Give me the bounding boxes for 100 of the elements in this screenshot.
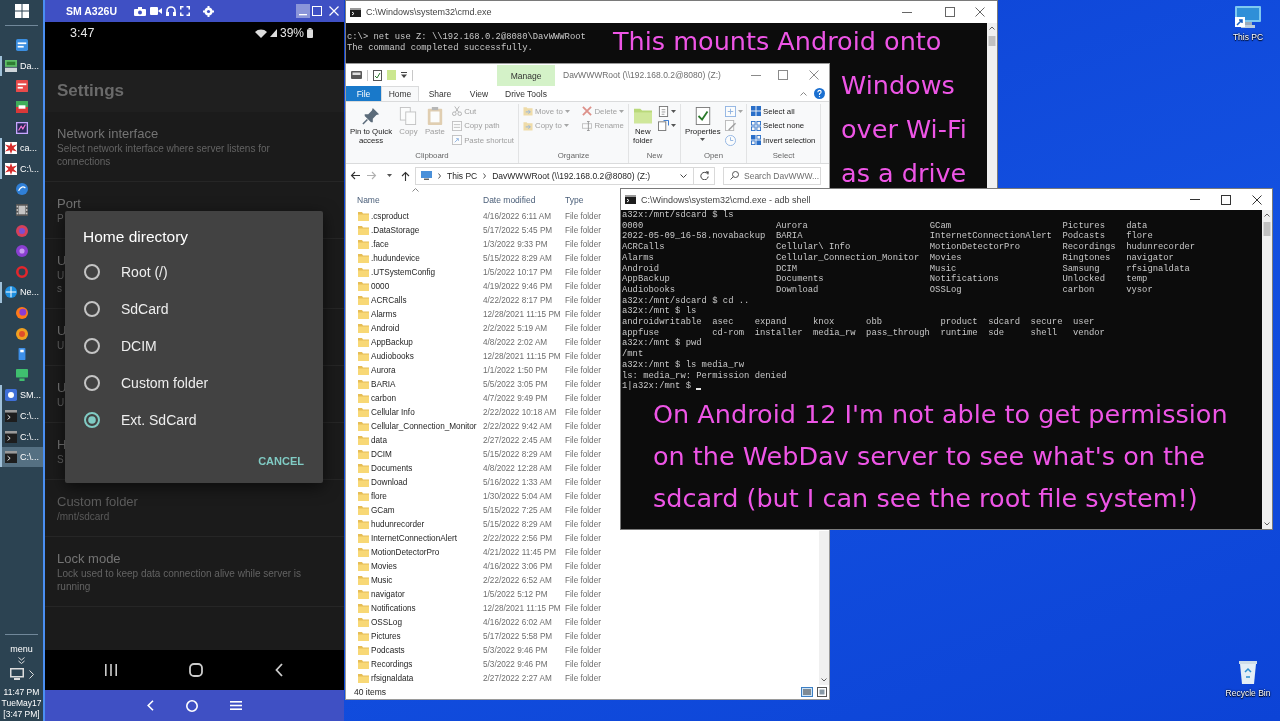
chevron-right-icon[interactable] bbox=[483, 172, 487, 179]
settings-icon[interactable] bbox=[202, 5, 214, 17]
ribbon-tab[interactable]: Drive Tools bbox=[497, 86, 555, 101]
file-name[interactable]: hudunrecorder bbox=[371, 519, 483, 529]
sort-caret-icon[interactable] bbox=[412, 188, 419, 192]
file-name[interactable]: GCam bbox=[371, 505, 483, 515]
dropdown-caret-icon[interactable] bbox=[680, 173, 687, 178]
close-icon[interactable] bbox=[975, 7, 985, 17]
search-field[interactable]: Search DavWWW... bbox=[723, 166, 821, 185]
recents-icon[interactable] bbox=[105, 664, 117, 676]
breadcrumb[interactable]: DavWWWRoot (\\192.168.0.2@8080) (Z:) bbox=[492, 170, 651, 181]
scrollbar[interactable] bbox=[987, 23, 997, 189]
maximize-icon[interactable] bbox=[945, 7, 955, 17]
breadcrumb[interactable]: This PC bbox=[447, 170, 478, 181]
maximize-icon[interactable] bbox=[1221, 194, 1231, 205]
setting-title[interactable]: Network interface bbox=[57, 126, 159, 142]
setting-title[interactable]: Lock mode bbox=[57, 551, 121, 567]
ribbon-tab[interactable]: Share bbox=[419, 86, 461, 101]
large-icons-view-icon[interactable] bbox=[817, 687, 827, 697]
checklist-icon[interactable] bbox=[373, 69, 382, 81]
file-name[interactable]: InternetConnectionAlert bbox=[371, 533, 483, 543]
address-field[interactable]: This PC DavWWWRoot (\\192.168.0.2@8080) (Z:) bbox=[415, 166, 715, 185]
chevron-right-icon[interactable] bbox=[438, 172, 441, 179]
ribbon-button[interactable] bbox=[657, 104, 677, 119]
column-header[interactable]: Type bbox=[565, 194, 615, 205]
file-name[interactable]: data bbox=[371, 435, 483, 445]
file-name[interactable]: Cellular Info bbox=[371, 407, 483, 417]
desktop-shortcut[interactable]: This PC bbox=[1220, 6, 1276, 42]
ribbon-button[interactable] bbox=[657, 118, 677, 133]
double-chevron-icon[interactable] bbox=[18, 657, 25, 664]
file-name[interactable]: OSSLog bbox=[371, 617, 483, 627]
file-name[interactable]: .DataStorage bbox=[371, 225, 483, 235]
file-name[interactable]: .face bbox=[371, 239, 483, 249]
minimize-icon[interactable] bbox=[751, 74, 761, 76]
file-name[interactable]: DCIM bbox=[371, 449, 483, 459]
file-name[interactable]: AppBackup bbox=[371, 337, 483, 347]
collapse-ribbon-icon[interactable] bbox=[800, 91, 807, 96]
refresh-icon[interactable] bbox=[700, 171, 709, 180]
file-name[interactable]: BARIA bbox=[371, 379, 483, 389]
window-title: C:\Windows\system32\cmd.exe - adb shell bbox=[641, 194, 811, 205]
radio-option[interactable]: Ext. SdCard bbox=[65, 401, 323, 439]
radio-option[interactable]: Custom folder bbox=[65, 364, 323, 402]
back-arrow-icon[interactable] bbox=[350, 171, 360, 180]
file-name[interactable]: flore bbox=[371, 491, 483, 501]
fullscreen-icon[interactable] bbox=[179, 6, 190, 16]
setting-title[interactable]: Port bbox=[57, 196, 81, 212]
menu-button[interactable]: menu bbox=[10, 643, 33, 655]
column-header[interactable]: Name bbox=[357, 194, 483, 205]
file-name[interactable]: Music bbox=[371, 575, 483, 585]
close-icon[interactable] bbox=[1252, 194, 1262, 205]
clock-date[interactable]: TueMay17 bbox=[1, 698, 42, 709]
ribbon-tab[interactable]: Home bbox=[381, 86, 419, 101]
file-name[interactable]: Audiobooks bbox=[371, 351, 483, 361]
file-name[interactable]: 0000 bbox=[371, 281, 483, 291]
ribbon-tab[interactable]: View bbox=[461, 86, 497, 101]
minimize-icon[interactable] bbox=[902, 11, 912, 13]
home-icon[interactable] bbox=[189, 663, 203, 677]
dropdown-caret-icon[interactable] bbox=[387, 174, 392, 177]
radio-option[interactable]: DCIM bbox=[65, 327, 323, 365]
file-name[interactable]: .UTSystemConfig bbox=[371, 267, 483, 277]
file-name[interactable]: Android bbox=[371, 323, 483, 333]
file-name[interactable]: Aurora bbox=[371, 365, 483, 375]
file-name[interactable]: Download bbox=[371, 477, 483, 487]
scrollbar[interactable] bbox=[819, 531, 829, 685]
file-name[interactable]: Notifications bbox=[371, 603, 483, 613]
file-name[interactable]: Cellular_Connection_Monitor bbox=[371, 421, 483, 431]
file-name[interactable]: Pictures bbox=[371, 631, 483, 641]
file-name[interactable]: MotionDetectorPro bbox=[371, 547, 483, 557]
file-name[interactable]: rfsignaldata bbox=[371, 673, 483, 683]
camera-icon[interactable] bbox=[133, 6, 146, 16]
radio-option[interactable]: Root (/) bbox=[65, 253, 323, 291]
up-arrow-icon[interactable] bbox=[401, 170, 410, 181]
file-name[interactable]: ACRCalls bbox=[371, 295, 483, 305]
minimize-icon[interactable] bbox=[296, 4, 310, 18]
ribbon-tab[interactable]: File bbox=[346, 86, 381, 101]
scrollbar[interactable] bbox=[1262, 210, 1272, 529]
monitor-icon[interactable] bbox=[9, 668, 24, 680]
menu-icon[interactable] bbox=[230, 701, 242, 710]
cancel-button[interactable]: CANCEL bbox=[258, 450, 304, 471]
desktop-shortcut[interactable]: Recycle Bin bbox=[1220, 660, 1276, 698]
file-name[interactable]: navigator bbox=[371, 589, 483, 599]
taskbar-button[interactable]: C:\... bbox=[0, 446, 43, 468]
help-icon[interactable] bbox=[814, 88, 825, 99]
file-name[interactable]: Alarms bbox=[371, 309, 483, 319]
file-name[interactable]: .csproduct bbox=[371, 211, 483, 221]
file-name[interactable]: .hudundevice bbox=[371, 253, 483, 263]
headphones-icon[interactable] bbox=[165, 6, 176, 16]
file-name[interactable]: Documents bbox=[371, 463, 483, 473]
file-name[interactable]: Recordings bbox=[371, 659, 483, 669]
clock-time[interactable]: 11:47 PM bbox=[3, 687, 40, 698]
drive-icon[interactable] bbox=[351, 71, 362, 79]
customize-dropdown-icon[interactable] bbox=[401, 72, 407, 78]
file-name[interactable]: carbon bbox=[371, 393, 483, 403]
back-icon[interactable] bbox=[275, 663, 283, 677]
video-camera-icon[interactable] bbox=[149, 7, 162, 15]
file-name[interactable]: Podcasts bbox=[371, 645, 483, 655]
radio-option[interactable]: SdCard bbox=[65, 290, 323, 328]
column-header[interactable]: Date modified bbox=[483, 194, 565, 205]
details-view-icon[interactable] bbox=[801, 687, 813, 697]
file-name[interactable]: Movies bbox=[371, 561, 483, 571]
